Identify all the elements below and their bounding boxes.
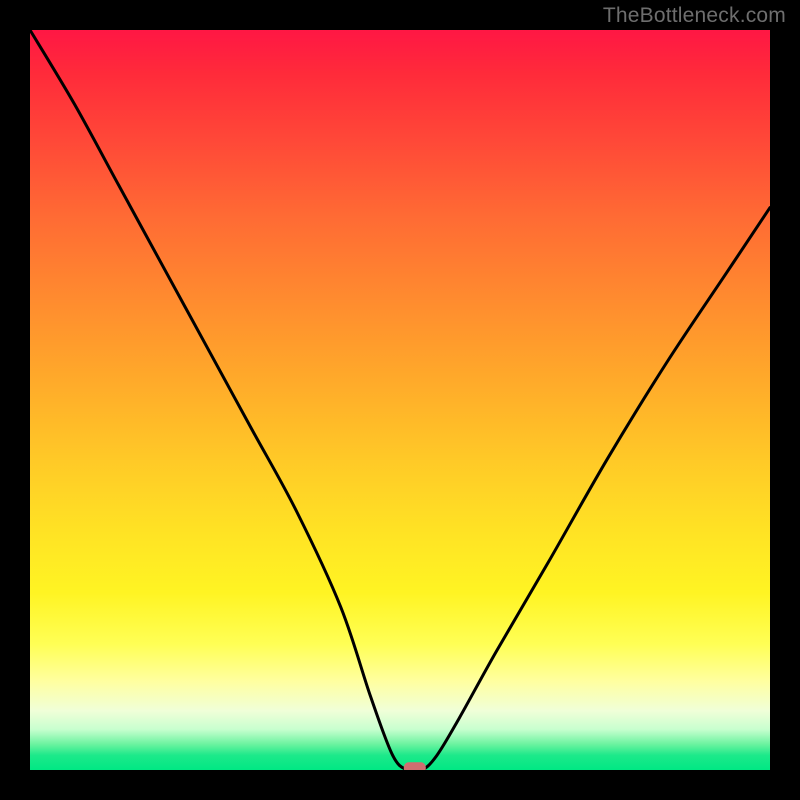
watermark-text: TheBottleneck.com	[603, 4, 786, 28]
bottleneck-curve	[30, 30, 770, 770]
chart-frame: TheBottleneck.com	[0, 0, 800, 800]
curve-layer	[30, 30, 770, 770]
plot-area	[30, 30, 770, 770]
optimal-marker	[404, 762, 426, 770]
